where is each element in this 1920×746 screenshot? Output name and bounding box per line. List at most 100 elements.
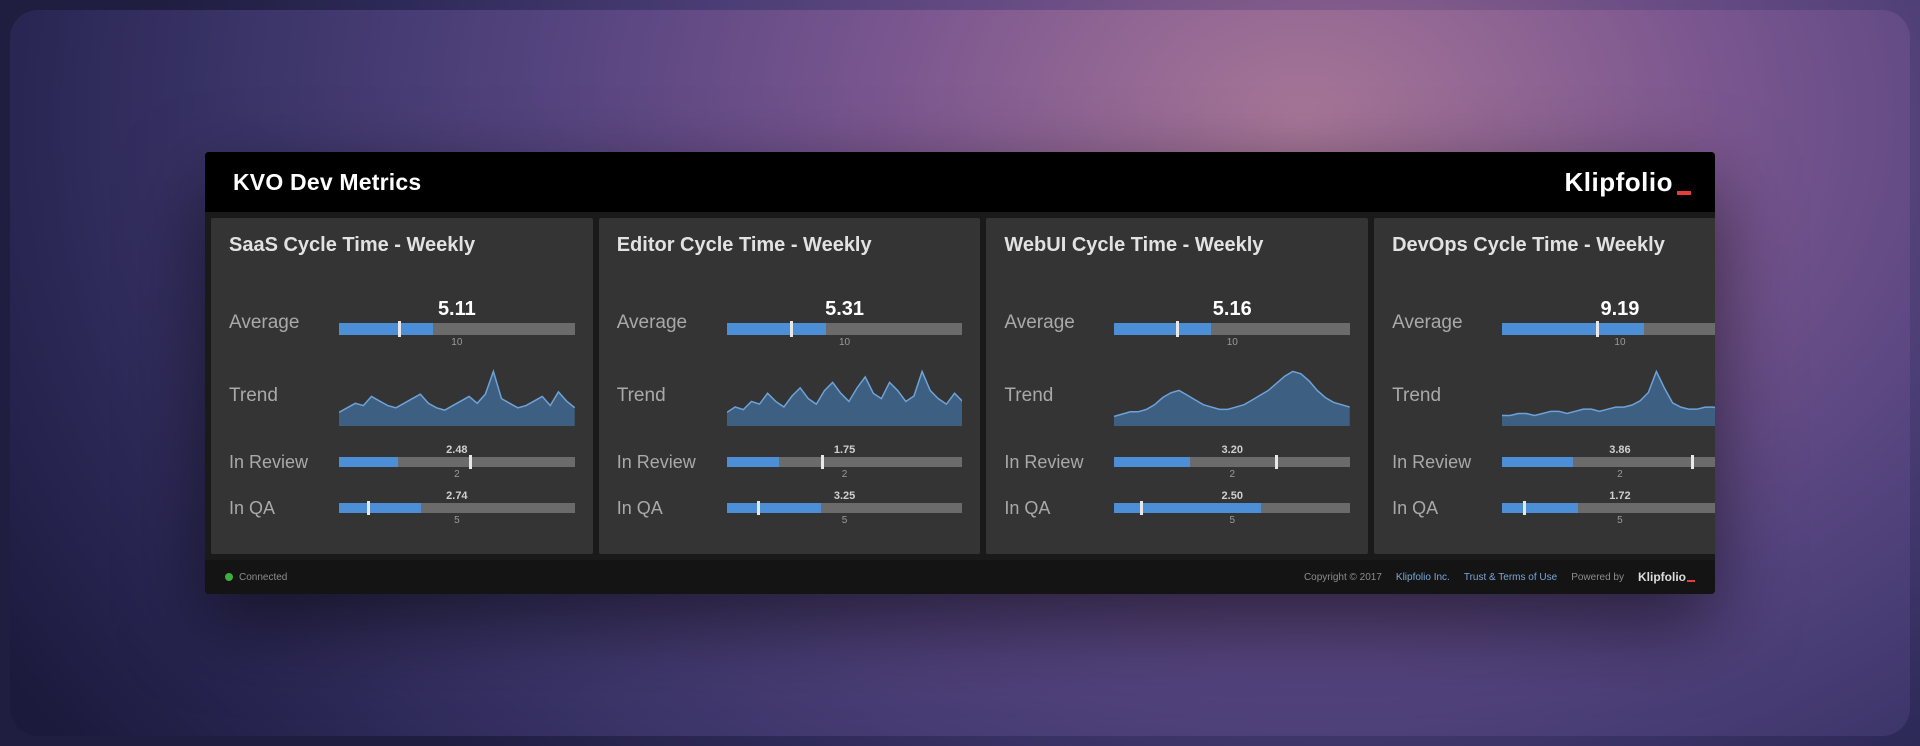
gauge-fill [727,323,826,335]
gauge-tick: 5 [339,515,575,526]
gauge: 3.25 5 [727,490,963,526]
gauge-fill [1502,503,1577,513]
trend-sparkline [1114,366,1350,426]
in-review-row: In Review 3.20 2 [1004,444,1350,480]
footer-powered-label: Powered by [1571,572,1624,583]
card-title: WebUI Cycle Time - Weekly [1004,232,1350,284]
gauge-value: 3.86 [1502,444,1715,456]
bottom-metrics: In Review 2.48 2 In QA 2.74 5 [229,444,575,536]
gauge-tick: 5 [727,515,963,526]
gauge-marker [398,321,401,337]
gauge-tick: 5 [1502,515,1715,526]
in-review-row: In Review 2.48 2 [229,444,575,480]
gauge-tick: 2 [1502,469,1715,480]
trend-row: Trend [1392,366,1715,426]
gauge-marker [757,501,760,515]
trend-row: Trend [617,366,963,426]
in-review-label: In Review [1392,452,1502,473]
gauge-value: 2.48 [339,444,575,456]
gauge-marker [1176,321,1179,337]
trend-label: Trend [1392,385,1502,407]
page-background: KVO Dev Metrics Klipfolio SaaS Cycle Tim… [10,10,1910,736]
trend-sparkline [727,366,963,426]
gauge-value: 2.74 [339,490,575,502]
gauge: 3.86 2 [1502,444,1715,480]
average-row: Average 5.16 10 [1004,298,1350,348]
footer-copyright: Copyright © 2017 [1304,572,1382,583]
gauge-fill [1502,457,1573,467]
trend-sparkline [1502,366,1715,426]
trend-row: Trend [229,366,575,426]
gauge-value: 5.11 [339,298,575,321]
cards-row: SaaS Cycle Time - Weekly Average 5.11 10… [205,212,1715,560]
gauge-value: 1.75 [727,444,963,456]
trend-label: Trend [1004,385,1114,407]
trend-sparkline [339,366,575,426]
average-label: Average [1004,312,1114,334]
gauge-value: 9.19 [1502,298,1715,321]
brand-logo-dash-icon [1677,191,1691,195]
gauge-value: 5.16 [1114,298,1350,321]
status-dot-icon [225,573,233,581]
brand-logo-text: Klipfolio [1565,167,1673,198]
footer-terms-link[interactable]: Trust & Terms of Use [1464,572,1557,583]
dashboard-footer: Connected Copyright © 2017 Klipfolio Inc… [205,560,1715,594]
gauge-marker [469,455,472,469]
trend-label: Trend [229,385,339,407]
gauge: 5.31 10 [727,298,963,348]
gauge-track [727,323,963,335]
connection-status: Connected [225,572,287,583]
gauge: 2.50 5 [1114,490,1350,526]
gauge-marker [1275,455,1278,469]
gauge: 1.75 2 [727,444,963,480]
in-review-row: In Review 3.86 2 [1392,444,1715,480]
gauge-fill [1114,323,1211,335]
gauge-track [1502,503,1715,513]
card-title: SaaS Cycle Time - Weekly [229,232,575,284]
gauge-track [1502,457,1715,467]
dashboard-panel: KVO Dev Metrics Klipfolio SaaS Cycle Tim… [205,152,1715,594]
metric-card: WebUI Cycle Time - Weekly Average 5.16 1… [986,218,1368,554]
gauge-track [339,323,575,335]
in-qa-label: In QA [1004,498,1114,519]
gauge-tick: 10 [1114,337,1350,348]
gauge-track [339,503,575,513]
gauge-fill [1502,323,1643,335]
gauge-track [727,457,963,467]
average-label: Average [1392,312,1502,334]
gauge: 3.20 2 [1114,444,1350,480]
gauge-marker [1523,501,1526,515]
in-qa-row: In QA 1.72 5 [1392,490,1715,526]
gauge: 5.11 10 [339,298,575,348]
gauge-marker [367,501,370,515]
metric-card: DevOps Cycle Time - Weekly Average 9.19 … [1374,218,1715,554]
gauge-value: 1.72 [1502,490,1715,502]
dashboard-title: KVO Dev Metrics [233,169,421,196]
metric-card: Editor Cycle Time - Weekly Average 5.31 … [599,218,981,554]
gauge-fill [1114,457,1189,467]
gauge-track [339,457,575,467]
gauge-tick: 2 [1114,469,1350,480]
gauge-track [1502,323,1715,335]
footer-company-link[interactable]: Klipfolio Inc. [1396,572,1450,583]
gauge-tick: 10 [1502,337,1715,348]
gauge-track [727,503,963,513]
average-row: Average 5.11 10 [229,298,575,348]
gauge-value: 3.20 [1114,444,1350,456]
in-qa-label: In QA [617,498,727,519]
gauge: 5.16 10 [1114,298,1350,348]
trend-label: Trend [617,385,727,407]
bottom-metrics: In Review 3.86 2 In QA 1.72 5 [1392,444,1715,536]
average-row: Average 5.31 10 [617,298,963,348]
gauge-tick: 5 [1114,515,1350,526]
dashboard-header: KVO Dev Metrics Klipfolio [205,152,1715,212]
gauge-value: 2.50 [1114,490,1350,502]
bottom-metrics: In Review 3.20 2 In QA 2.50 5 [1004,444,1350,536]
gauge-value: 3.25 [727,490,963,502]
gauge: 9.19 10 [1502,298,1715,348]
status-text: Connected [239,572,287,583]
in-qa-row: In QA 2.50 5 [1004,490,1350,526]
in-review-label: In Review [617,452,727,473]
gauge-marker [790,321,793,337]
footer-right: Copyright © 2017 Klipfolio Inc. Trust & … [1304,570,1695,584]
